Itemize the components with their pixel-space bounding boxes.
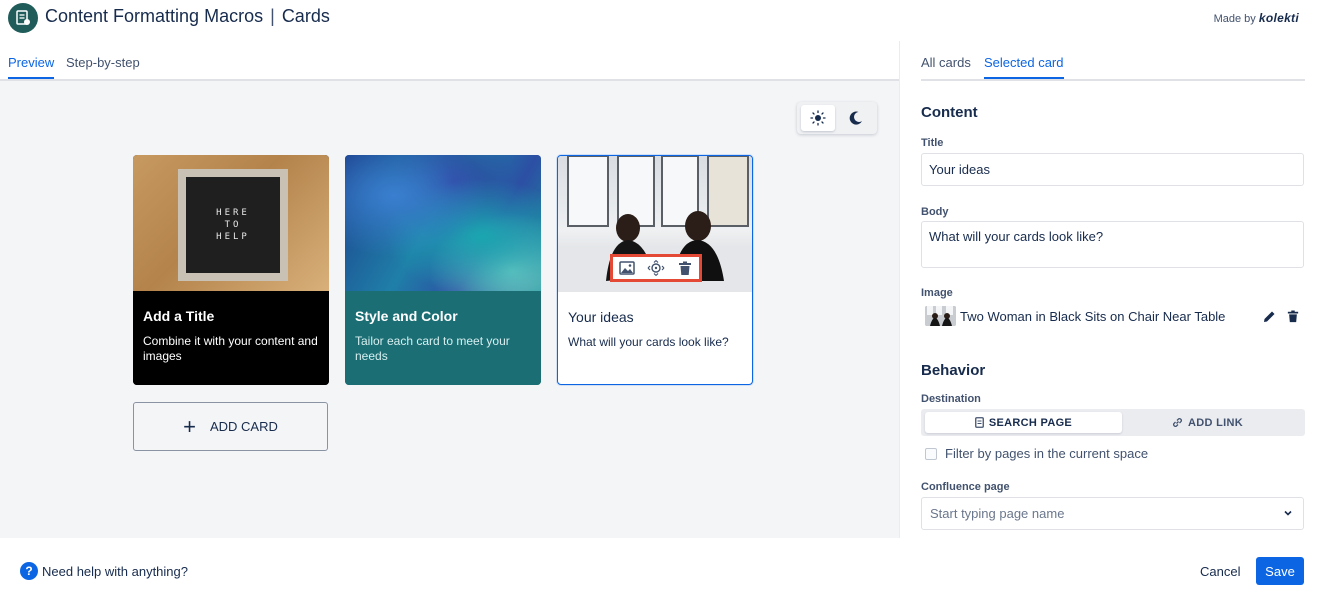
letter-board-text: HERE TO HELP (186, 177, 280, 273)
tab-step-by-step[interactable]: Step-by-step (66, 55, 140, 70)
help-link[interactable]: ? Need help with anything? (20, 562, 188, 580)
confluence-page-label: Confluence page (921, 481, 1010, 493)
card-image (345, 155, 541, 291)
board-line-3: HELP (216, 232, 250, 242)
brand-logo: kolekti (1258, 11, 1299, 25)
content-heading: Content (921, 104, 978, 121)
card-style-and-color[interactable]: Style and Color Tailor each card to meet… (345, 155, 541, 385)
made-by-label: Made by (1213, 13, 1256, 25)
app-subtitle: Cards (281, 6, 330, 26)
image-label: Image (921, 287, 953, 299)
card-text: What will your cards look like? (568, 335, 729, 349)
footer: ? Need help with anything? Cancel Save (0, 538, 1319, 597)
destination-selector: SEARCH PAGE ADD LINK (921, 409, 1305, 436)
pencil-icon[interactable] (1257, 305, 1281, 327)
add-link-label: ADD LINK (1188, 416, 1243, 429)
settings-panel: All cards Selected card Content Title Yo… (899, 41, 1319, 538)
card-body: Your ideas What will your cards look lik… (558, 292, 752, 384)
settings-tabs: All cards Selected card (921, 41, 1305, 81)
save-button[interactable]: Save (1256, 557, 1304, 585)
card-text: Tailor each card to meet your needs (355, 334, 510, 363)
trash-icon[interactable] (1281, 305, 1305, 327)
title-separator: | (270, 6, 275, 26)
behavior-heading: Behavior (921, 362, 986, 379)
board-line-1: HERE (216, 208, 250, 218)
board-line-2: TO (224, 220, 242, 230)
link-icon (1173, 418, 1182, 427)
card-image (558, 156, 752, 292)
preview-panel: Preview Step-by-step HERE TO HELP Add a … (0, 41, 899, 538)
page-icon (975, 417, 984, 428)
image-row: Two Woman in Black Sits on Chair Near Ta… (925, 305, 1305, 327)
theme-toggle (797, 102, 877, 134)
app-title: Content Formatting Macros | Cards (45, 6, 330, 27)
filter-checkbox-row[interactable]: Filter by pages in the current space (925, 446, 1148, 461)
confluence-page-placeholder: Start typing page name (930, 506, 1065, 521)
image-name: Two Woman in Black Sits on Chair Near Ta… (960, 308, 1226, 324)
card-title: Add a Title (143, 308, 215, 324)
add-card-label: ADD CARD (209, 419, 278, 434)
app-title-text: Content Formatting Macros (45, 6, 264, 26)
add-link-option[interactable]: ADD LINK (1109, 412, 1306, 433)
help-label: Need help with anything? (42, 563, 188, 579)
filter-checkbox[interactable] (925, 447, 937, 460)
preview-tabs: Preview Step-by-step (0, 41, 899, 81)
card-image: HERE TO HELP (133, 155, 329, 291)
body-field[interactable]: What will your cards look like? (921, 221, 1304, 268)
search-page-option[interactable]: SEARCH PAGE (925, 412, 1122, 433)
sun-icon[interactable] (801, 105, 835, 131)
search-page-label: SEARCH PAGE (988, 416, 1073, 429)
body-label: Body (921, 206, 949, 218)
image-toolbar (610, 254, 702, 282)
made-by: Made by kolekti (1214, 11, 1299, 25)
add-card-button[interactable]: + ADD CARD (133, 402, 328, 451)
help-icon: ? (20, 562, 38, 580)
card-body: Add a Title Combine it with your content… (133, 291, 329, 385)
plus-icon: + (183, 413, 196, 439)
tab-all-cards[interactable]: All cards (921, 55, 971, 70)
image-thumbnail (925, 306, 956, 326)
title-field[interactable]: Your ideas (921, 153, 1304, 186)
letter-board: HERE TO HELP (178, 169, 288, 281)
app-header: Content Formatting Macros | Cards Made b… (0, 0, 1319, 41)
tab-selected-card[interactable]: Selected card (984, 55, 1064, 79)
card-add-a-title[interactable]: HERE TO HELP Add a Title Combine it with… (133, 155, 329, 385)
moon-icon[interactable] (839, 105, 873, 131)
confluence-page-select[interactable]: Start typing page name (921, 497, 1304, 530)
title-label: Title (921, 137, 944, 149)
trash-icon[interactable] (675, 258, 695, 278)
focus-point-icon[interactable] (646, 258, 666, 278)
card-title: Style and Color (355, 308, 458, 324)
chevron-down-icon (1284, 510, 1292, 516)
card-your-ideas[interactable]: Your ideas What will your cards look lik… (557, 155, 753, 385)
cancel-button[interactable]: Cancel (1192, 557, 1248, 585)
tab-preview[interactable]: Preview (8, 55, 55, 79)
card-text: Combine it with your content and images (143, 334, 318, 363)
macro-document-icon (8, 3, 38, 33)
image-icon[interactable] (617, 258, 637, 278)
filter-label: Filter by pages in the current space (945, 446, 1149, 461)
card-body: Style and Color Tailor each card to meet… (345, 291, 541, 385)
card-title: Your ideas (568, 309, 634, 325)
destination-label: Destination (921, 393, 981, 405)
